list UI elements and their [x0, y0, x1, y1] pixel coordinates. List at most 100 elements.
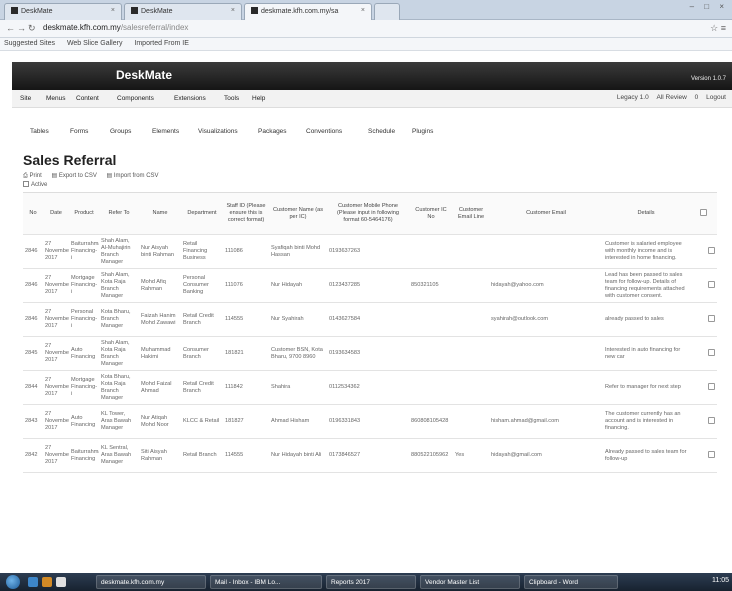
tab-conventions[interactable]: Conventions — [306, 128, 342, 135]
print-button[interactable]: ⎙ Print — [23, 173, 46, 179]
url-field[interactable]: deskmate.kfh.com.my/salesreferral/index — [40, 23, 700, 36]
row-select-cell[interactable] — [689, 336, 717, 371]
table-row[interactable]: 2844 27 November 2017 Mortgage Financing-i… — [23, 370, 717, 405]
tab-schedule[interactable]: Schedule — [368, 128, 395, 135]
table-row[interactable]: 284627 November 2017Baiturrahman Financi… — [23, 234, 717, 269]
column-header[interactable]: Department — [181, 192, 223, 235]
tab-forms[interactable]: Forms — [70, 128, 88, 135]
export-csv-button[interactable]: ▤ Export to CSV — [51, 173, 100, 179]
checkbox[interactable] — [23, 181, 29, 187]
brand-logo[interactable]: DeskMate — [116, 68, 172, 82]
tab-groups[interactable]: Groups — [110, 128, 131, 135]
star-icon[interactable]: ☆ ≡ — [710, 23, 726, 34]
close-icon[interactable]: × — [111, 7, 115, 14]
tab-plugins[interactable]: Plugins — [412, 128, 433, 135]
bookmark-suggested-sites[interactable]: Suggested Sites — [4, 40, 55, 47]
taskbar-item-vendor[interactable]: Vendor Master List — [420, 575, 520, 589]
table-cell — [489, 370, 603, 405]
column-header[interactable]: Product — [69, 192, 99, 235]
table-cell: 880522105962 — [409, 438, 453, 473]
table-row[interactable]: 2846 27 November 2017 Personal Financing-i… — [23, 302, 717, 337]
explorer-icon[interactable] — [42, 577, 52, 587]
taskbar-item-browser[interactable]: deskmate.kfh.com.my — [96, 575, 206, 589]
column-header[interactable]: Name — [139, 192, 181, 235]
menu-extensions[interactable]: Extensions — [174, 95, 206, 102]
table-cell: Yes — [453, 438, 489, 473]
tab-elements[interactable]: Elements — [152, 128, 179, 135]
table-row[interactable]: 2843 27 November 2017 Auto Financing KL Tow… — [23, 404, 717, 439]
start-button[interactable] — [6, 575, 20, 589]
active-filter[interactable]: Active — [23, 181, 47, 188]
import-csv-button[interactable]: ▤ Import from CSV — [107, 173, 163, 179]
review-link[interactable]: All Review — [657, 94, 687, 101]
checkbox[interactable] — [708, 348, 715, 356]
tab-tables[interactable]: Tables — [30, 128, 49, 135]
column-header[interactable]: Customer IC No — [409, 192, 453, 235]
legacy-link[interactable]: Legacy 1.0 — [617, 94, 649, 101]
browser-tab-2[interactable]: DeskMate × — [124, 3, 242, 20]
taskbar-item-word[interactable]: Clipboard - Word — [524, 575, 618, 589]
select-all-checkbox[interactable] — [689, 192, 717, 235]
column-header[interactable]: Customer Email Line — [453, 192, 489, 235]
taskbar-item-reports[interactable]: Reports 2017 — [326, 575, 416, 589]
tab-visualizations[interactable]: Visualizations — [198, 128, 238, 135]
table-cell: Lead has been passed to sales team for f… — [603, 268, 689, 303]
bookmark-web-slice-gallery[interactable]: Web Slice Gallery — [67, 40, 123, 47]
bookmark-imported-from-ie[interactable]: Imported From IE — [134, 40, 188, 47]
forward-icon[interactable]: → — [17, 23, 26, 33]
table-cell — [453, 336, 489, 371]
browser-tab-3[interactable]: deskmate.kfh.com.my/sa × — [244, 3, 372, 20]
column-header[interactable]: Customer Name (as per IC) — [269, 192, 327, 235]
menu-site[interactable]: Site — [20, 95, 31, 102]
checkbox[interactable] — [708, 416, 715, 424]
column-header[interactable]: Details — [603, 192, 689, 235]
column-header[interactable]: Customer Mobile Phone (Please input in f… — [327, 192, 409, 235]
menu-menus[interactable]: Menus — [46, 95, 66, 102]
row-select-cell[interactable] — [689, 268, 717, 303]
table-cell: Mohd Faizal Ahmad — [139, 370, 181, 405]
version-label: Version 1.0.7 — [690, 76, 726, 82]
window-controls[interactable]: – □ × — [690, 2, 728, 11]
table-header-row: No Date Product Refer To Name Department Staff… — [23, 192, 717, 235]
column-header[interactable]: Customer Email — [489, 192, 603, 235]
checkbox[interactable] — [708, 382, 715, 390]
table-row[interactable]: 284227 November 2017Baiturrahman Financi… — [23, 438, 717, 473]
reload-icon[interactable]: ↻ — [28, 23, 36, 34]
column-header[interactable]: No — [23, 192, 43, 235]
row-select-cell[interactable] — [689, 370, 717, 405]
table-cell: Already passed to sales team for follow-… — [603, 438, 689, 473]
table-cell: Kota Bharu, Branch Manager — [99, 302, 139, 337]
close-icon[interactable]: × — [231, 7, 235, 14]
logout-link[interactable]: Logout — [706, 94, 726, 101]
menu-tools[interactable]: Tools — [224, 95, 239, 102]
column-header[interactable]: Refer To — [99, 192, 139, 235]
menu-components[interactable]: Components — [117, 95, 154, 102]
new-tab-button[interactable] — [374, 3, 400, 20]
row-select-cell[interactable] — [689, 234, 717, 269]
table-cell: KL Tower, Aras Bawah Manager — [99, 404, 139, 439]
tab-packages[interactable]: Packages — [258, 128, 287, 135]
address-bar: ← → ↻ deskmate.kfh.com.my/salesreferral/… — [0, 20, 732, 38]
row-select-cell[interactable] — [689, 302, 717, 337]
close-icon[interactable]: × — [361, 7, 365, 14]
menu-content[interactable]: Content — [76, 95, 99, 102]
ie-icon[interactable] — [28, 577, 38, 587]
browser-tab-1[interactable]: DeskMate × — [4, 3, 122, 20]
checkbox[interactable] — [708, 450, 715, 458]
table-row[interactable]: 2846 27 November 2017 Mortgage Financing-i… — [23, 268, 717, 303]
table-cell: hidayah@gmail.com — [489, 438, 603, 473]
taskbar-item-mail[interactable]: Mail - Inbox - IBM Lo... — [210, 575, 322, 589]
checkbox[interactable] — [708, 314, 715, 322]
chrome-icon[interactable] — [56, 577, 66, 587]
column-header[interactable]: Date — [43, 192, 69, 235]
checkbox[interactable] — [708, 280, 715, 288]
table-row[interactable]: 2845 27 November 2017 Auto Financing Shah A… — [23, 336, 717, 371]
column-header[interactable]: Staff ID (Please ensure this is correct … — [223, 192, 269, 235]
menu-help[interactable]: Help — [252, 95, 265, 102]
row-select-cell[interactable] — [689, 438, 717, 473]
row-select-cell[interactable] — [689, 404, 717, 439]
checkbox[interactable] — [699, 208, 707, 216]
table-cell — [489, 336, 603, 371]
checkbox[interactable] — [708, 246, 715, 254]
back-icon[interactable]: ← — [6, 23, 15, 33]
